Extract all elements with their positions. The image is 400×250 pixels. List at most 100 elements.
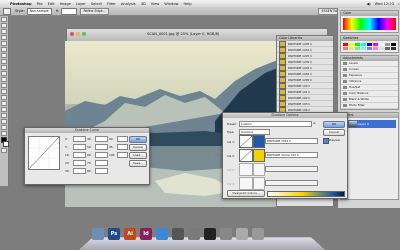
background-color-swatch[interactable] [3,141,9,147]
mail-icon[interactable] [204,228,216,240]
crop-tool-icon[interactable] [1,41,7,46]
color-panel-title: Color [341,11,398,16]
ink1-curve-icon [239,135,253,148]
curve-field-30[interactable] [73,168,86,174]
swatch-chip[interactable] [343,46,349,50]
curve-field-0[interactable] [73,136,86,142]
clock[interactable]: Wed 12:23 [375,2,394,6]
preset-select[interactable]: Custom [239,121,312,127]
preferences-icon[interactable] [172,228,184,240]
menu-view[interactable]: View [151,2,160,6]
menu-3d[interactable]: 3D [141,2,146,6]
volume-icon[interactable]: ◀) [366,2,370,6]
menu-app-name[interactable]: Photoshop [10,2,32,6]
marquee-tool-icon[interactable] [1,23,7,28]
menu-filter[interactable]: Filter [107,2,116,6]
menu-edit[interactable]: Edit [48,2,55,6]
swatch-chip[interactable] [354,46,361,50]
clone-stamp-tool-icon[interactable] [1,65,7,70]
curve-field-95[interactable] [117,144,128,150]
brush-tool-icon[interactable] [1,59,7,64]
shape-tool-icon[interactable] [1,113,7,118]
swatch-chip[interactable] [366,46,373,50]
curve-field-70[interactable] [95,160,108,166]
curve-field-50[interactable] [95,144,108,150]
clock-icon[interactable] [188,228,200,240]
swatch-chip[interactable] [378,46,385,50]
illustrator-icon[interactable]: Ai [124,228,136,240]
swatch-chip[interactable] [372,46,379,50]
menu-image[interactable]: Image [60,2,71,6]
dodge-tool-icon[interactable] [1,89,7,94]
menu-select[interactable]: Select [91,2,102,6]
cancel-button[interactable]: Cancel [129,144,147,151]
swatch-chip[interactable] [360,46,367,50]
curve-field-40[interactable] [95,136,108,142]
curve-field-100[interactable] [117,152,128,158]
curve-field-80[interactable] [95,168,108,174]
ok-button[interactable]: OK [129,136,147,143]
history-brush-tool-icon[interactable] [1,71,7,76]
quick-select-tool-icon[interactable] [1,35,7,40]
ink1-name-field[interactable]: PANTONE 3015 C [265,138,318,144]
ink2-curve-box[interactable] [239,149,253,162]
hand-tool-icon[interactable] [1,125,7,130]
curve-field-60[interactable] [95,152,108,158]
type-tool-icon[interactable] [1,101,7,106]
swatch-chip[interactable] [348,46,355,50]
photoshop-icon[interactable]: Ps [108,228,120,240]
gradient-tool-icon[interactable] [1,83,7,88]
eyedropper-tool-icon[interactable] [1,47,7,52]
layer-row[interactable]: ◉ Layer 0 [343,119,396,128]
ok-button[interactable]: OK [323,121,345,128]
height-field[interactable] [61,7,78,15]
style-select[interactable]: Non-sample [26,7,52,15]
overprint-colors-button[interactable]: Overprint Colors... [227,190,265,197]
minimize-icon[interactable] [76,32,80,36]
menu-analysis[interactable]: Analysis [121,2,136,6]
healing-tool-icon[interactable] [1,53,7,58]
trash-icon[interactable] [252,228,264,240]
cancel-button[interactable]: Cancel [323,129,345,136]
menu-help[interactable]: Help [183,2,191,6]
quick-mask-icon[interactable] [1,148,7,153]
menu-layer[interactable]: Layer [76,2,86,6]
folder-icon[interactable] [220,228,232,240]
adjustment-item[interactable]: Photo Filter [341,103,398,109]
curve-graph[interactable] [28,136,60,170]
eraser-tool-icon[interactable] [1,77,7,82]
ink2-name-field[interactable]: PANTONE Yellow 012 C [265,152,318,158]
pen-tool-icon[interactable] [1,95,7,100]
refine-edge-button[interactable]: Refine Edge... [80,7,109,15]
color-spectrum[interactable] [343,18,396,30]
preset-options-icon[interactable]: ≡ [313,121,316,125]
indesign-icon[interactable]: Id [140,228,152,240]
curve-field-10[interactable] [73,152,86,158]
swatch-chip[interactable] [390,46,396,50]
curve-field-90[interactable] [117,136,128,142]
height-label: H: [55,9,60,13]
curve-label-70: 70: [87,161,92,165]
move-tool-icon[interactable] [1,17,7,22]
zoom-icon[interactable] [82,32,86,36]
3d-rotate-tool-icon[interactable] [1,119,7,124]
ink1-color-swatch[interactable] [253,135,265,148]
marquee-tool-icon[interactable] [3,7,11,15]
load-button[interactable]: Load... [129,152,147,159]
close-icon[interactable] [70,32,74,36]
finder-icon[interactable] [92,228,104,240]
ink2-color-swatch[interactable] [253,149,265,162]
lasso-tool-icon[interactable] [1,29,7,34]
curve-field-5[interactable] [73,144,86,150]
curve-field-20[interactable] [73,160,86,166]
menu-file[interactable]: File [37,2,43,6]
swatch-chip[interactable] [384,46,391,50]
layer-name[interactable]: Layer 0 [358,122,369,126]
path-select-tool-icon[interactable] [1,107,7,112]
safari-icon[interactable] [156,228,168,240]
menu-window[interactable]: Window [164,2,178,6]
save-button[interactable]: Save... [129,160,147,167]
applications-icon[interactable] [236,228,248,240]
zoom-tool-icon[interactable] [1,131,7,136]
ink1-curve-box[interactable] [239,135,253,148]
